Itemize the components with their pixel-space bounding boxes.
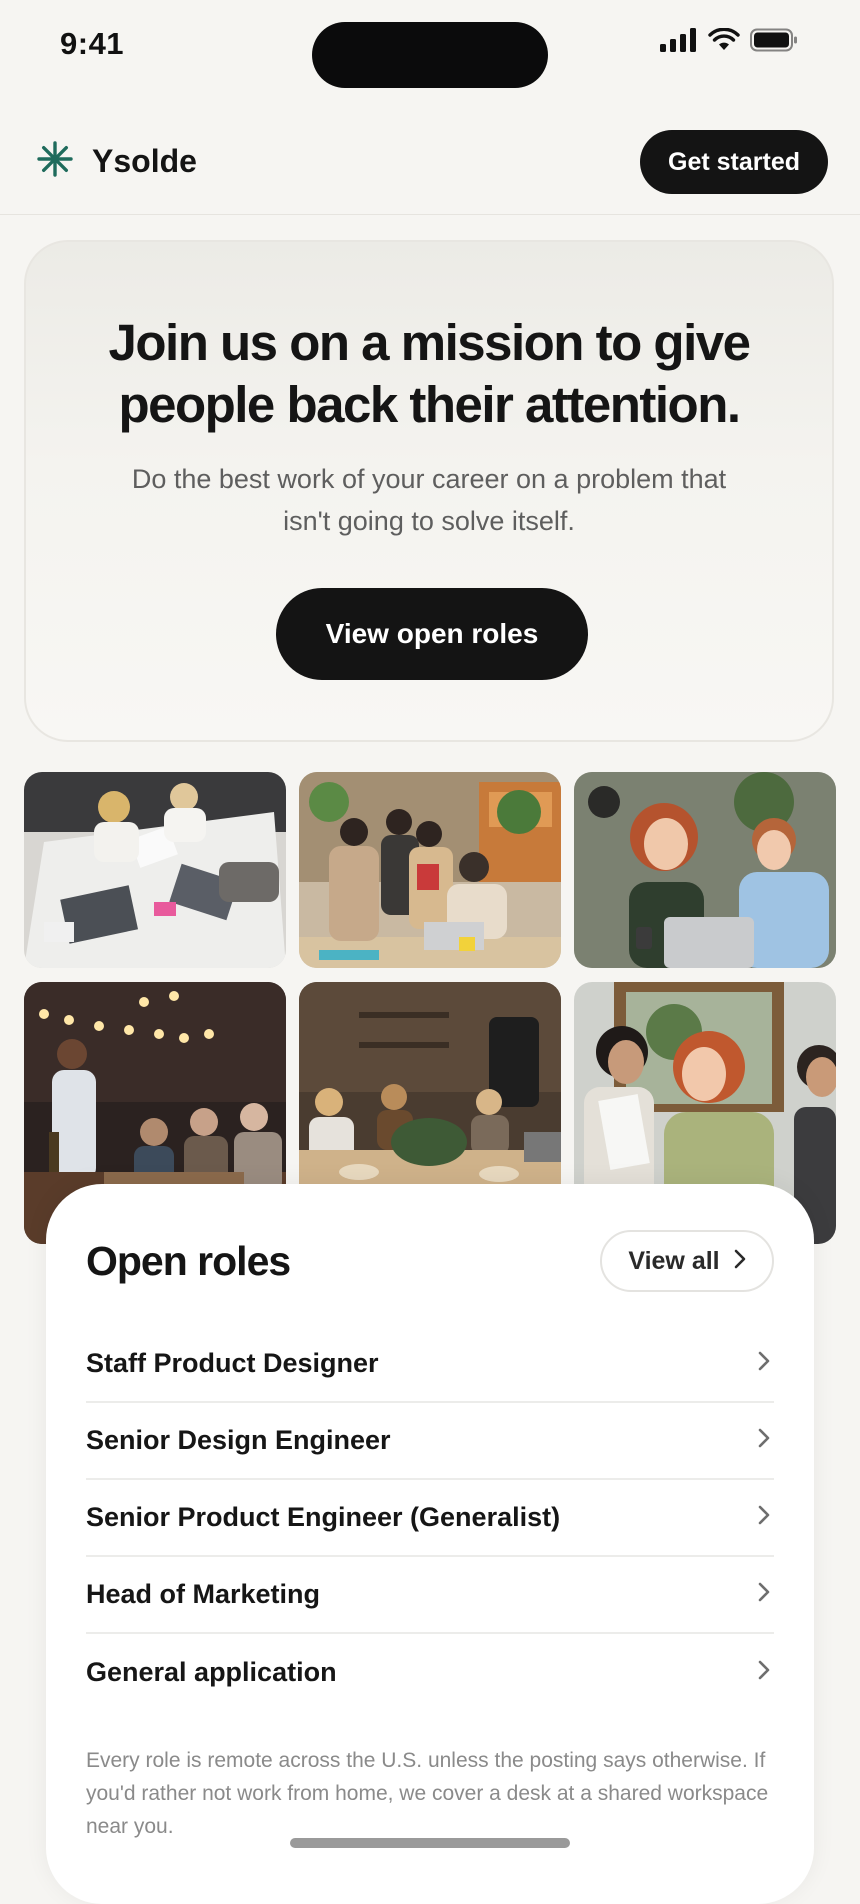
hero-subtitle: Do the best work of your career on a pro… <box>131 464 727 536</box>
dynamic-island <box>312 22 548 88</box>
team-photo-dinner-toast <box>299 982 561 1202</box>
roles-list: Staff Product Designer Senior Design Eng… <box>86 1326 774 1711</box>
role-row-staff-product-designer[interactable]: Staff Product Designer <box>86 1326 774 1403</box>
chevron-right-icon <box>758 1660 770 1685</box>
hero-title: Join us on a mission to give people back… <box>108 314 751 433</box>
home-indicator[interactable] <box>290 1838 570 1848</box>
role-label: Head of Marketing <box>86 1579 321 1609</box>
wifi-icon <box>708 27 740 57</box>
get-started-button[interactable]: Get started <box>640 130 828 194</box>
status-icons <box>660 27 798 57</box>
chevron-right-icon <box>758 1428 770 1453</box>
cellular-signal-icon <box>660 28 698 57</box>
role-row-senior-product-engineer[interactable]: Senior Product Engineer (Generalist) <box>86 1480 774 1557</box>
status-bar: 9:41 <box>0 0 860 100</box>
team-photo-meeting-overhead <box>24 772 286 968</box>
brand-name: Ysolde <box>92 143 197 179</box>
chevron-right-icon <box>758 1351 770 1376</box>
role-row-general-application[interactable]: General application <box>86 1634 774 1711</box>
view-all-label: View all <box>628 1246 720 1275</box>
role-label: General application <box>86 1657 337 1687</box>
role-label: Senior Design Engineer <box>86 1425 391 1455</box>
battery-icon <box>750 28 798 57</box>
chevron-right-icon <box>734 1247 746 1276</box>
role-label: Staff Product Designer <box>86 1348 379 1378</box>
chevron-right-icon <box>758 1582 770 1607</box>
view-all-button[interactable]: View all <box>600 1230 774 1292</box>
team-photo-laptop-pair <box>574 772 836 968</box>
role-label: Senior Product Engineer (Generalist) <box>86 1502 561 1532</box>
remote-policy-note: Every role is remote across the U.S. unl… <box>86 1749 769 1838</box>
asterisk-logo-icon <box>36 140 74 183</box>
open-roles-title: Open roles <box>86 1238 291 1284</box>
status-time: 9:41 <box>60 26 125 61</box>
open-roles-sheet: Open roles View all Staff Product Design… <box>46 1184 814 1904</box>
role-row-head-of-marketing[interactable]: Head of Marketing <box>86 1557 774 1634</box>
top-nav: Ysolde Get started <box>0 118 860 215</box>
role-row-senior-design-engineer[interactable]: Senior Design Engineer <box>86 1403 774 1480</box>
view-open-roles-button[interactable]: View open roles <box>276 588 588 680</box>
hero-card: Join us on a mission to give people back… <box>24 240 834 742</box>
brand[interactable]: Ysolde <box>36 140 197 183</box>
chevron-right-icon <box>758 1505 770 1530</box>
team-photo-office-review <box>299 772 561 968</box>
